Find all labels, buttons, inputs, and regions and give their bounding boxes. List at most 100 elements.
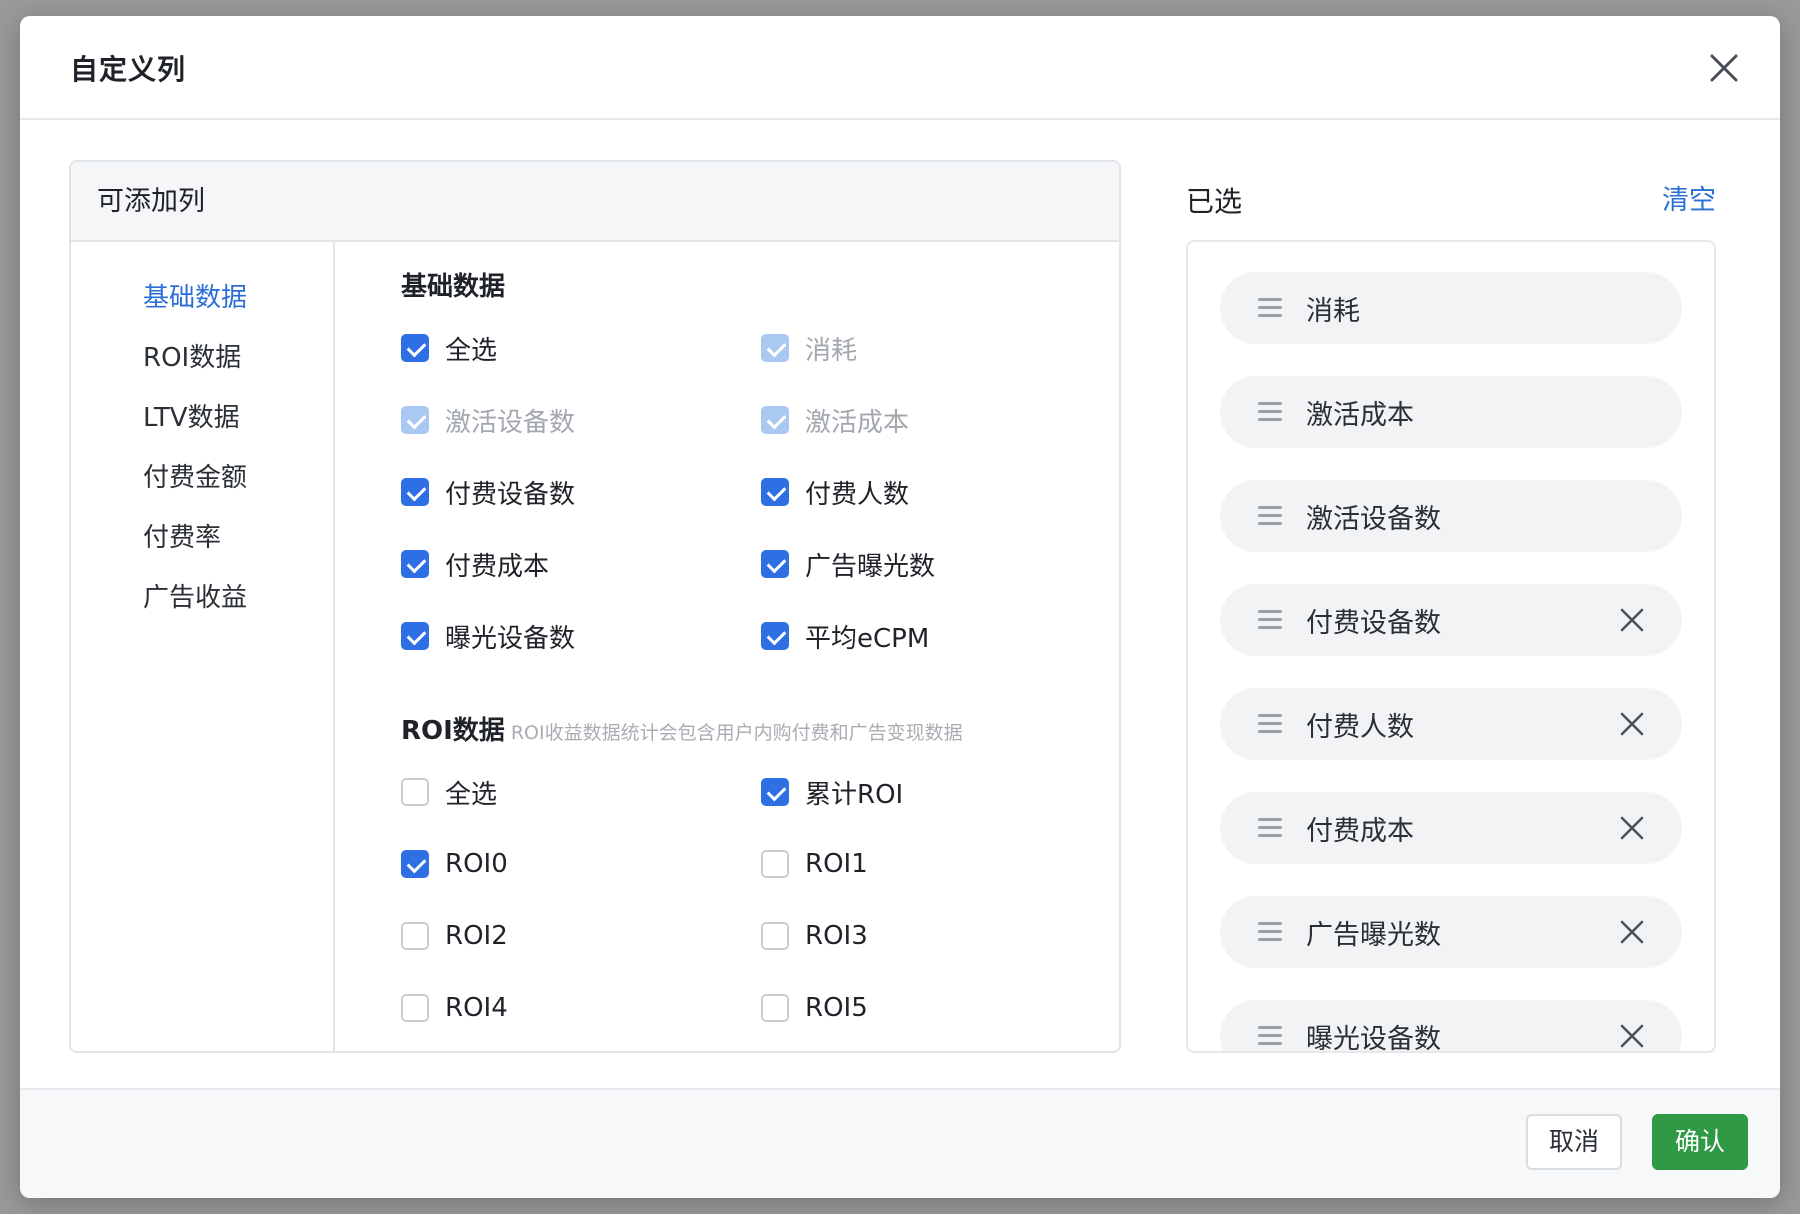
- column-options[interactable]: 基础数据 全选 消耗激活设备数 激活成本 付费设备数 付费人数付费成本 广告曝光数曝光设备…: [335, 242, 1119, 1051]
- checkbox-label: 平均eCPM: [805, 623, 930, 654]
- checkbox[interactable]: [761, 994, 789, 1022]
- selected-header: 已选 清空: [1186, 160, 1716, 224]
- checkbox[interactable]: [401, 550, 429, 578]
- chip-label: 消耗: [1306, 295, 1360, 327]
- selected-column-chip[interactable]: 激活设备数: [1220, 480, 1682, 552]
- drag-handle-icon[interactable]: [1258, 298, 1282, 318]
- checkbox[interactable]: [401, 994, 429, 1022]
- checkbox-label: 激活设备数: [445, 407, 576, 438]
- column-checkbox-option[interactable]: 全选: [401, 312, 761, 384]
- selected-column-chip[interactable]: 激活成本: [1220, 376, 1682, 448]
- drag-handle-icon[interactable]: [1258, 818, 1282, 838]
- category-item[interactable]: 付费率: [71, 508, 333, 568]
- checkbox-label: 累计ROI: [805, 779, 904, 810]
- checkbox[interactable]: [401, 622, 429, 650]
- checkbox-label: 消耗: [805, 335, 858, 366]
- selected-columns-panel[interactable]: 消耗激活成本激活设备数付费设备数付费人数付费成本广告曝光数曝光设备数: [1186, 240, 1716, 1053]
- custom-columns-dialog: 自定义列 可添加列 基础数据 ROI数据 LTV数据 付费金额 付费率 广告收益 基础数据…: [20, 16, 1780, 1198]
- column-checkbox-option[interactable]: 付费成本: [401, 528, 761, 600]
- column-checkbox-option[interactable]: 广告曝光数: [761, 528, 1119, 600]
- checkbox[interactable]: [761, 922, 789, 950]
- category-list: 基础数据 ROI数据 LTV数据 付费金额 付费率 广告收益: [71, 242, 335, 1051]
- selected-column-chip[interactable]: 付费设备数: [1220, 584, 1682, 656]
- category-item[interactable]: 付费金额: [71, 448, 333, 508]
- column-checkbox-option[interactable]: ROI4: [401, 972, 761, 1044]
- selected-title: 已选: [1186, 185, 1243, 218]
- checkbox-label: 付费成本: [445, 551, 550, 582]
- confirm-button[interactable]: 确认: [1652, 1114, 1748, 1170]
- checkbox-label: ROI3: [805, 921, 868, 951]
- selected-column-chip[interactable]: 消耗: [1220, 272, 1682, 344]
- basic-options-grid: 全选 消耗激活设备数 激活成本 付费设备数 付费人数付费成本 广告曝光数曝光设备数 平均eC…: [401, 312, 1119, 672]
- checkbox-label: ROI2: [445, 921, 508, 951]
- remove-icon[interactable]: [1618, 918, 1646, 946]
- clear-button[interactable]: 清空: [1662, 178, 1716, 217]
- drag-handle-icon[interactable]: [1258, 714, 1282, 734]
- remove-icon[interactable]: [1618, 814, 1646, 842]
- dialog-header: 自定义列: [20, 16, 1780, 120]
- selected-column-chip[interactable]: 付费人数: [1220, 688, 1682, 760]
- column-checkbox-option: 激活成本: [761, 384, 1119, 456]
- drag-handle-icon[interactable]: [1258, 922, 1282, 942]
- remove-icon[interactable]: [1618, 1022, 1646, 1050]
- checkbox-label: 全选: [445, 779, 498, 810]
- drag-handle-icon[interactable]: [1258, 1026, 1282, 1046]
- remove-icon[interactable]: [1618, 606, 1646, 634]
- checkbox[interactable]: [401, 778, 429, 806]
- category-item[interactable]: ROI数据: [71, 328, 333, 388]
- category-item[interactable]: 基础数据: [71, 268, 333, 328]
- dialog-title: 自定义列: [70, 53, 187, 86]
- checkbox[interactable]: [761, 550, 789, 578]
- checkbox[interactable]: [761, 850, 789, 878]
- cancel-button[interactable]: 取消: [1526, 1114, 1622, 1170]
- column-checkbox-option[interactable]: 付费设备数: [401, 456, 761, 528]
- section-title-roi: ROI数据 ROI收益数据统计会包含用户内购付费和广告变现数据: [401, 716, 963, 746]
- checkbox: [761, 334, 789, 362]
- checkbox: [401, 406, 429, 434]
- column-checkbox-option: 激活设备数: [401, 384, 761, 456]
- checkbox-label: ROI0: [445, 849, 508, 879]
- column-checkbox-option[interactable]: ROI5: [761, 972, 1119, 1044]
- column-checkbox-option[interactable]: 平均eCPM: [761, 600, 1119, 672]
- column-checkbox-option[interactable]: 累计ROI: [761, 756, 1119, 828]
- checkbox[interactable]: [761, 778, 789, 806]
- column-checkbox-option[interactable]: ROI1: [761, 828, 1119, 900]
- checkbox[interactable]: [401, 922, 429, 950]
- checkbox-label: ROI1: [805, 849, 868, 879]
- column-checkbox-option[interactable]: 全选: [401, 756, 761, 828]
- checkbox[interactable]: [401, 850, 429, 878]
- drag-handle-icon[interactable]: [1258, 402, 1282, 422]
- checkbox-label: 曝光设备数: [445, 623, 576, 654]
- checkbox-label: ROI5: [805, 993, 868, 1023]
- column-checkbox-option[interactable]: 曝光设备数: [401, 600, 761, 672]
- checkbox-label: 广告曝光数: [805, 551, 936, 582]
- chip-label: 广告曝光数: [1306, 919, 1441, 951]
- column-checkbox-option[interactable]: ROI6: [401, 1044, 761, 1051]
- column-checkbox-option[interactable]: 付费人数: [761, 456, 1119, 528]
- column-checkbox-option: 消耗: [761, 312, 1119, 384]
- checkbox[interactable]: [401, 334, 429, 362]
- category-item[interactable]: LTV数据: [71, 388, 333, 448]
- section-title-basic: 基础数据: [401, 272, 506, 302]
- category-item[interactable]: 广告收益: [71, 568, 333, 628]
- chip-label: 曝光设备数: [1306, 1023, 1441, 1053]
- checkbox[interactable]: [761, 478, 789, 506]
- column-checkbox-option[interactable]: ROI2: [401, 900, 761, 972]
- checkbox[interactable]: [401, 478, 429, 506]
- selected-column-chip[interactable]: 曝光设备数: [1220, 1000, 1682, 1053]
- available-columns-panel: 可添加列 基础数据 ROI数据 LTV数据 付费金额 付费率 广告收益 基础数据 全选 消耗…: [69, 160, 1121, 1053]
- column-checkbox-option[interactable]: ROI7: [761, 1044, 1119, 1051]
- column-checkbox-option[interactable]: ROI0: [401, 828, 761, 900]
- column-checkbox-option[interactable]: ROI3: [761, 900, 1119, 972]
- chip-label: 激活成本: [1306, 399, 1414, 431]
- close-icon[interactable]: [1704, 48, 1744, 88]
- checkbox-label: 全选: [445, 335, 498, 366]
- checkbox-label: 付费人数: [805, 479, 910, 510]
- remove-icon[interactable]: [1618, 710, 1646, 738]
- available-columns-header: 可添加列: [71, 162, 1119, 242]
- selected-column-chip[interactable]: 广告曝光数: [1220, 896, 1682, 968]
- drag-handle-icon[interactable]: [1258, 610, 1282, 630]
- checkbox[interactable]: [761, 622, 789, 650]
- selected-column-chip[interactable]: 付费成本: [1220, 792, 1682, 864]
- drag-handle-icon[interactable]: [1258, 506, 1282, 526]
